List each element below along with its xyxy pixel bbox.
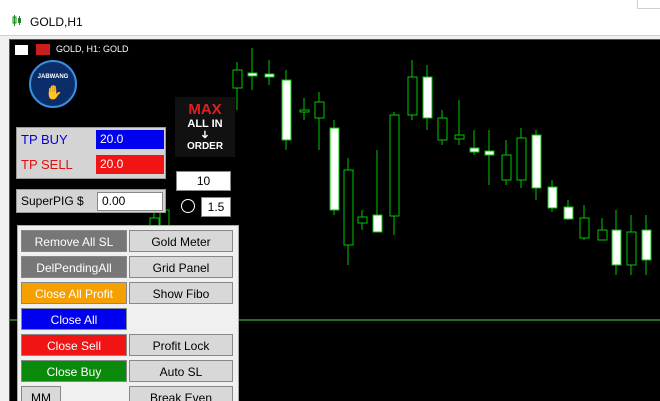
order-label: ORDER xyxy=(186,141,224,152)
candle-body xyxy=(611,229,622,266)
candle-body xyxy=(626,231,637,266)
candle-body xyxy=(547,186,558,209)
candle-body xyxy=(437,117,448,141)
close-all-button[interactable]: Close All xyxy=(21,308,127,330)
button-panel: Remove All SL Gold Meter DelPendingAll G… xyxy=(17,225,239,401)
profit-lock-button[interactable]: Profit Lock xyxy=(129,334,233,356)
remove-all-sl-button[interactable]: Remove All SL xyxy=(21,230,127,252)
auto-sl-button[interactable]: Auto SL xyxy=(129,360,233,382)
candle-body xyxy=(469,147,480,153)
hand-icon: ✋ xyxy=(45,84,63,100)
candle-body xyxy=(357,216,368,224)
lot-input[interactable]: 10 xyxy=(176,171,231,191)
window-control[interactable] xyxy=(637,0,660,9)
arrow-down-icon: ➜ xyxy=(198,129,211,140)
candle-body xyxy=(329,127,340,211)
candle-body xyxy=(516,137,527,181)
candle-body xyxy=(264,73,275,78)
close-all-profit-button[interactable]: Close All Profit xyxy=(21,282,127,304)
candle-body xyxy=(563,206,574,220)
multiplier-input[interactable]: 1.5 xyxy=(201,197,231,217)
candle-body xyxy=(422,76,433,119)
max-all-in-order-button[interactable]: MAX ALL IN ➜ ORDER xyxy=(175,97,235,157)
candle-body xyxy=(389,114,400,217)
candle-body xyxy=(597,229,608,241)
jabwang-logo[interactable]: JABWANG ✋ xyxy=(29,60,77,108)
close-sell-button[interactable]: Close Sell xyxy=(21,334,127,356)
price-chart[interactable]: GOLD, H1: GOLD JABWANG ✋ MAX ALL IN ➜ OR… xyxy=(9,39,660,401)
break-even-button[interactable]: Break Even xyxy=(129,386,233,401)
mm-button[interactable]: MM xyxy=(21,386,61,401)
candlestick-icon xyxy=(12,15,21,26)
show-fibo-button[interactable]: Show Fibo xyxy=(129,282,233,304)
candle-body xyxy=(407,76,418,116)
chart-symbol-label: GOLD, H1: GOLD xyxy=(56,44,129,54)
table-icon[interactable] xyxy=(15,45,28,55)
tp-sell-input[interactable]: 20.0 xyxy=(96,155,164,174)
tp-sell-label: TP SELL xyxy=(21,157,73,172)
candle-body xyxy=(299,109,310,113)
del-pending-all-button[interactable]: DelPendingAll xyxy=(21,256,127,278)
gold-meter-button[interactable]: Gold Meter xyxy=(129,230,233,252)
candle-body xyxy=(579,217,590,239)
logo-text: JABWANG xyxy=(37,74,69,80)
close-buy-button[interactable]: Close Buy xyxy=(21,360,127,382)
candle-body xyxy=(281,79,292,141)
candle-body xyxy=(501,154,512,181)
candle-body xyxy=(247,72,258,77)
window-title: GOLD,H1 xyxy=(30,15,83,29)
tp-buy-label: TP BUY xyxy=(21,132,68,147)
candle-body xyxy=(454,134,465,140)
grid-panel-button[interactable]: Grid Panel xyxy=(129,256,233,278)
candle-body xyxy=(232,69,243,89)
candle-body xyxy=(343,169,354,246)
superpig-panel: SuperPIG $ 0.00 xyxy=(16,189,166,213)
candle-body xyxy=(641,229,652,261)
candle-body xyxy=(531,134,542,189)
ea-icon[interactable] xyxy=(36,44,50,55)
window-titlebar: GOLD,H1 xyxy=(0,0,660,36)
superpig-label: SuperPIG $ xyxy=(21,194,84,208)
tp-panel: TP BUY 20.0 TP SELL 20.0 xyxy=(16,127,166,179)
superpig-input[interactable]: 0.00 xyxy=(97,192,163,211)
tp-buy-input[interactable]: 20.0 xyxy=(96,130,164,149)
candle-body xyxy=(372,214,383,233)
crosshair-icon[interactable] xyxy=(181,199,195,213)
candle-body xyxy=(314,101,325,119)
candle-body xyxy=(484,150,495,156)
